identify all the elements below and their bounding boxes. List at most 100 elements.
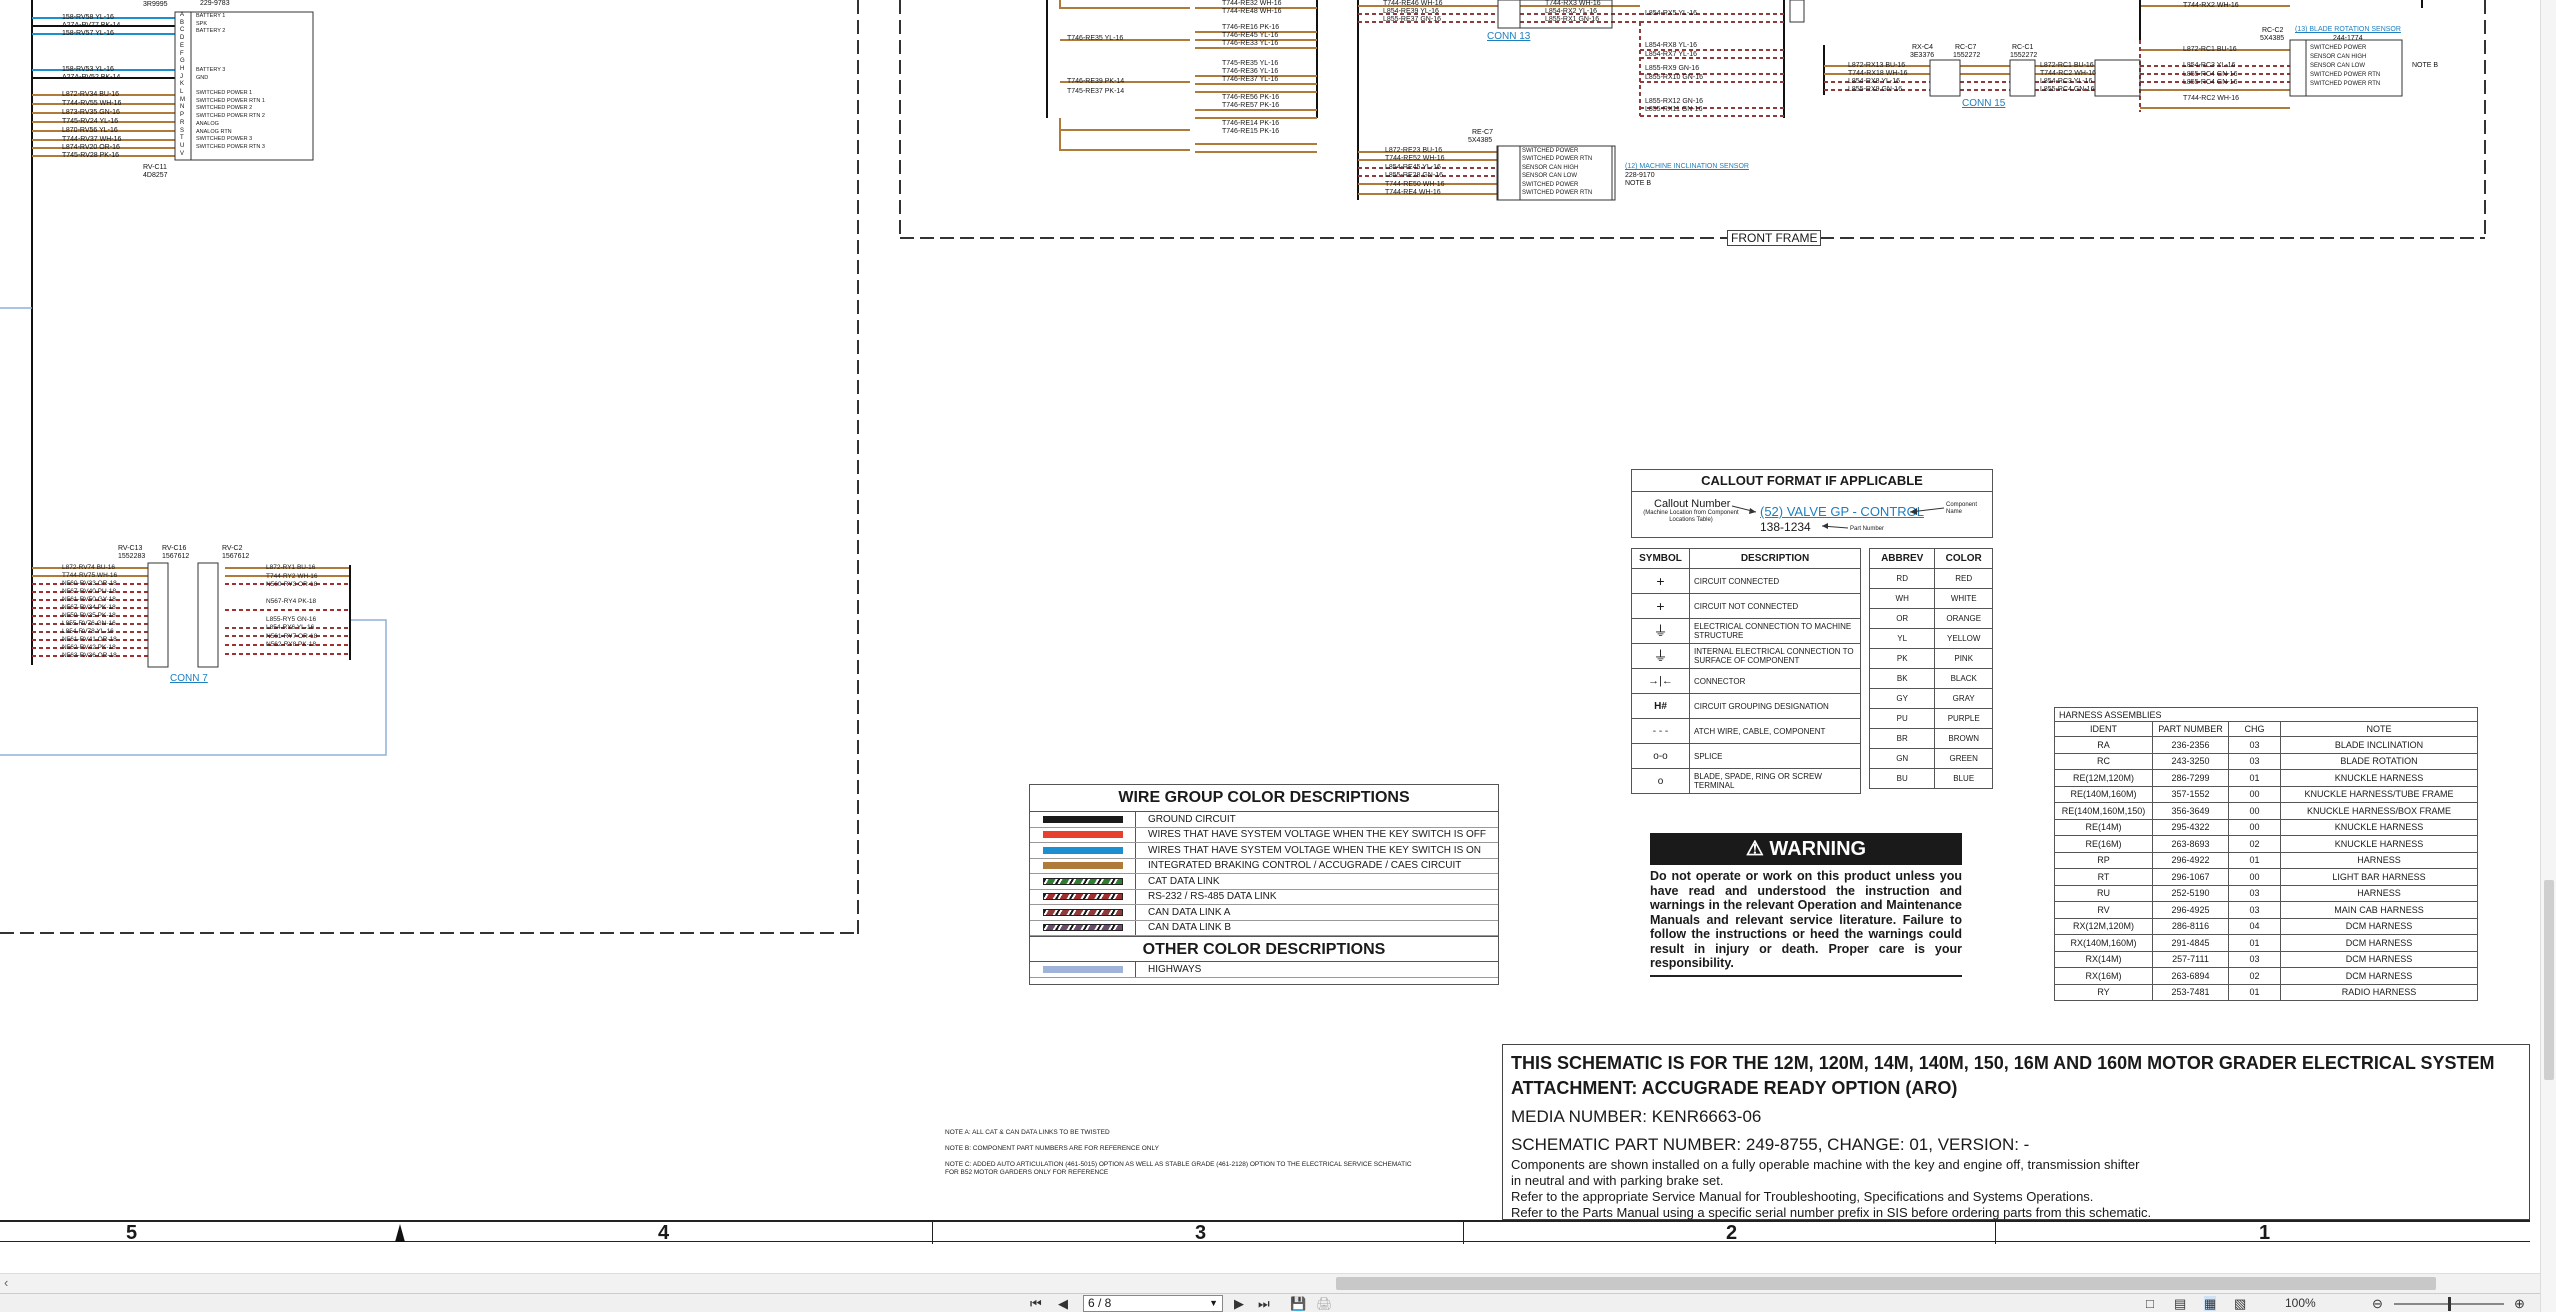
chevron-down-icon: ▼ [1209,1298,1218,1308]
single-page-icon[interactable]: □ [2146,1296,2154,1311]
harness-cell: BLADE INCLINATION [2280,736,2478,754]
table-row: RA 236-2356 03 BLADE INCLINATION [2054,736,2478,754]
wire-label: A27A-RV52 BK-14 [62,74,121,81]
conn-13-link[interactable]: CONN 13 [1487,31,1530,42]
harness-cell: BLADE ROTATION [2280,752,2478,770]
note-c: NOTE C: ADDED AUTO ARTICULATION (461-501… [945,1161,1412,1168]
harness-cell: RV [2054,901,2153,919]
page-select-value: 6 / 8 [1088,1296,1112,1310]
harness-cell: 01 [2228,769,2281,787]
zone-1: 1 [2259,1222,2271,1244]
first-page-icon[interactable]: ⏮ [1030,1296,1042,1311]
symbol-desc: CIRCUIT GROUPING DESIGNATION [1689,693,1861,719]
symbol-table: SYMBOL DESCRIPTION + CIRCUIT CONNECTED + C… [1631,548,1861,794]
wire-swatch [1042,831,1123,839]
color-cell: PURPLE [1934,708,1993,729]
rc-c7-name: RC-C7 [1955,44,1977,51]
print-icon[interactable]: 🖨 [1316,1296,1333,1311]
harness-cell: RY [2054,983,2153,1001]
wire-swatch-cell [1030,812,1136,827]
harness-cell: 286-8116 [2152,917,2229,935]
harness-cell: RX(14M) [2054,950,2153,968]
mid-top-wire-list: T744-RE46 WH-16 L854-RE39 YL-16 L855-RE3… [1383,0,1443,23]
wire-swatch [1042,965,1123,973]
table-row: RV 296-4925 03 MAIN CAB HARNESS [2054,901,2478,919]
warning-header: ⚠ WARNING [1650,833,1962,865]
harness-cell: DCM HARNESS [2280,967,2478,985]
abbrev-cell: YL [1868,628,1936,649]
harness-cell: KNUCKLE HARNESS [2280,769,2478,787]
wire-label: A27A-RV77 BK-14 [62,22,121,29]
conn-7-link[interactable]: CONN 7 [170,673,208,684]
re-c7-wires: L872-RE23 BU-16 T744-RE52 WH-16 L854-RE45 … [1385,147,1445,197]
col0-wire-list: T746-RE35 YL-16 T746-RE39 PK-14 T745-RE3… [1067,35,1125,95]
title-desc4: Refer to the Parts Manual using a specif… [1511,1205,2152,1220]
color-cell: RED [1934,568,1993,589]
scroll-left-icon[interactable]: ‹ [4,1275,8,1290]
callout-arrows [1731,505,1945,529]
wire-swatch [1042,893,1123,901]
harness-cell: LIGHT BAR HARNESS [2280,868,2478,886]
rc-left-wire-list: L872-RC1 BU-16 T744-RC2 WH-16 L854-RC3 YL-… [2040,62,2097,93]
harness-cell: RX(12M,120M) [2054,917,2153,935]
table-row: RP 296-4922 01 HARNESS [2054,851,2478,869]
color-abbrev-table: ABBREV COLOR RD RED WH WHITE OR ORANGE YL YE… [1868,548,1993,789]
harness-cell: RE(14M) [2054,818,2153,836]
horizontal-scroll-thumb[interactable] [1336,1277,2436,1290]
abbrev-cell: RD [1868,568,1936,589]
pin-label-list: BATTERY 1 SPK BATTERY 2 BATTERY 3 GND SWITC… [196,13,265,150]
harness-cell: 00 [2228,818,2281,836]
harness-cell: RE(140M,160M,150) [2054,802,2153,820]
media-number: MEDIA NUMBER: KENR6663-06 [1511,1107,1762,1126]
symbol-desc: CONNECTOR [1689,668,1861,694]
conn-part: 1567612 [162,553,190,560]
zoom-out-icon[interactable]: ⊖ [2372,1296,2383,1311]
harness-cell: KNUCKLE HARNESS [2280,835,2478,853]
harness-cell: 286-7299 [2152,769,2229,787]
machine-inclination-sensor-link[interactable]: (12) MACHINE INCLINATION SENSOR [1625,163,1749,170]
abbrev-cell: GY [1868,688,1936,709]
two-page-icon[interactable]: ▦ [2204,1296,2217,1311]
harness-cell: 296-1067 [2152,868,2229,886]
wire-swatch [1042,862,1123,870]
harness-cell: 03 [2228,752,2281,770]
horizontal-scrollbar[interactable]: ‹ [0,1273,2540,1293]
wire-group-label: WIRES THAT HAVE SYSTEM VOLTAGE WHEN THE … [1148,829,1487,841]
color-cell: GRAY [1934,688,1993,709]
harness-header-part: PART NUMBER [2152,721,2229,737]
previous-page-icon[interactable]: ◀ [1058,1296,1068,1311]
wire-label: T744-RV55 WH-16 [62,100,122,107]
table-row: RC 243-3250 03 BLADE ROTATION [2054,752,2478,770]
harness-cell: 356-3649 [2152,802,2229,820]
table-row: RU 252-5190 03 HARNESS [2054,884,2478,902]
vertical-scroll-thumb[interactable] [2544,880,2554,1080]
export-icon[interactable]: 💾 [1290,1296,1306,1311]
rc-c1-part: 1552272 [2010,52,2038,59]
next-page-icon[interactable]: ▶ [1234,1296,1244,1311]
front-frame-label: FRONT FRAME [1727,230,1822,246]
title-line1: THIS SCHEMATIC IS FOR THE 12M, 120M, 14M… [1511,1053,2495,1073]
rc-c7-part: 1552272 [1953,52,1981,59]
color-cell: WHITE [1934,588,1993,609]
mid-wire-list: L854-RX5 YL-16 L854-RX8 YL-16 L854-RX7 Y… [1645,10,1703,114]
zoom-slider-handle[interactable] [2448,1297,2451,1311]
page-select[interactable]: 6 / 8 ▼ [1083,1295,1223,1312]
wire-group-label: CAN DATA LINK A [1148,906,1231,918]
conn-name: RV-C2 [222,545,243,552]
re-c7-part: 5X4385 [1468,137,1493,144]
warning-title: WARNING [1769,838,1867,860]
title-line2: ATTACHMENT: ACCUGRADE READY OPTION (ARO) [1511,1078,1958,1098]
conn-15-link[interactable]: CONN 15 [1962,98,2005,109]
columns-icon[interactable]: ▧ [2234,1296,2246,1311]
vertical-scrollbar[interactable] [2540,0,2556,1312]
continuous-page-icon[interactable]: ▤ [2174,1296,2186,1311]
wire-label: T745-RV24 YL-16 [62,118,119,125]
zoom-in-icon[interactable]: ⊕ [2514,1296,2525,1311]
zone-marker-icon [395,1224,405,1242]
wire-swatch-cell [1030,827,1136,842]
ground-icon: ⏚ [1631,618,1690,644]
schematic-part-number: SCHEMATIC PART NUMBER: 249-8755, CHANGE:… [1511,1135,2030,1154]
blade-rotation-sensor-link[interactable]: (13) BLADE ROTATION SENSOR [2295,26,2401,33]
last-page-icon[interactable]: ⏭ [1258,1296,1270,1311]
zoom-level[interactable]: 100% [2285,1296,2316,1311]
